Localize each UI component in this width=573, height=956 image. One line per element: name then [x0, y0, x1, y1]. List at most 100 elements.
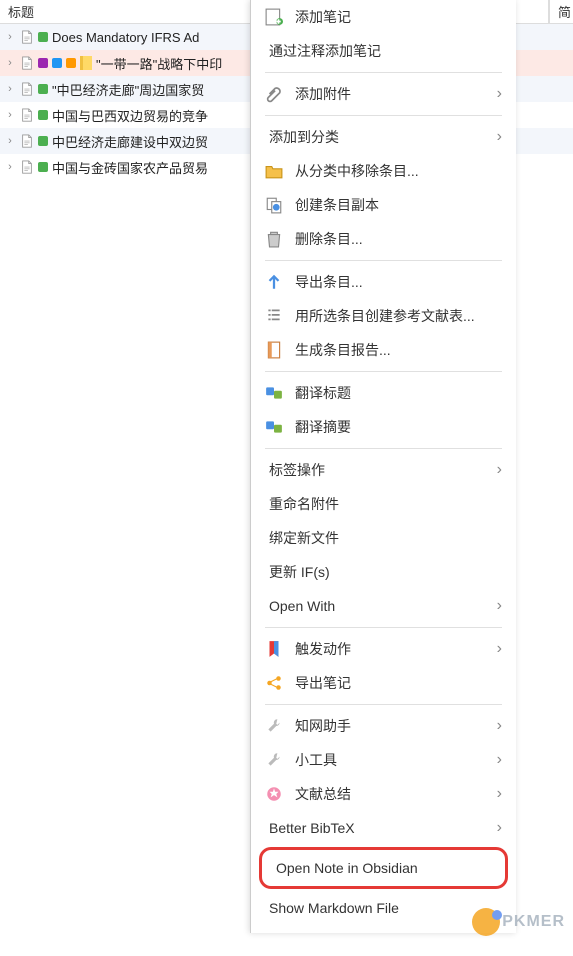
document-icon	[20, 82, 34, 96]
menu-report[interactable]: 生成条目报告...	[251, 333, 516, 367]
item-title: Does Mandatory IFRS Ad	[52, 30, 199, 45]
tag-dot	[38, 136, 48, 146]
translate-icon	[265, 384, 283, 402]
menu-label: 翻译标题	[295, 383, 502, 403]
expand-chevron-icon[interactable]: ›	[4, 109, 16, 121]
wrench-icon	[265, 751, 283, 769]
menu-bind-new-file[interactable]: 绑定新文件	[251, 521, 516, 555]
menu-rename-attachment[interactable]: 重命名附件	[251, 487, 516, 521]
share-icon	[265, 674, 283, 692]
menu-label: Open With	[269, 598, 485, 614]
expand-chevron-icon[interactable]: ›	[4, 83, 16, 95]
list-icon	[265, 307, 283, 325]
chevron-right-icon: ›	[497, 461, 502, 479]
menu-label: 标签操作	[269, 460, 485, 480]
document-icon	[20, 160, 34, 174]
wrench-icon	[265, 717, 283, 735]
menu-label: 添加到分类	[269, 127, 485, 147]
attachment-icon	[265, 85, 283, 103]
menu-label: 删除条目...	[295, 229, 502, 249]
chevron-right-icon: ›	[497, 640, 502, 658]
menu-export-note[interactable]: 导出笔记	[251, 666, 516, 700]
chevron-right-icon: ›	[497, 785, 502, 803]
report-icon	[265, 341, 283, 359]
menu-remove-from-category[interactable]: 从分类中移除条目...	[251, 154, 516, 188]
chevron-right-icon: ›	[497, 597, 502, 615]
tag-dot	[38, 58, 48, 68]
chevron-right-icon: ›	[497, 819, 502, 837]
bookmark-icon	[265, 640, 283, 658]
menu-label: 重命名附件	[269, 494, 502, 514]
menu-label: 文献总结	[295, 784, 485, 804]
chevron-right-icon: ›	[497, 751, 502, 769]
divider	[265, 704, 502, 705]
divider	[265, 72, 502, 73]
menu-cnki-helper[interactable]: 知网助手 ›	[251, 709, 516, 743]
menu-better-bibtex[interactable]: Better BibTeX ›	[251, 811, 516, 845]
expand-chevron-icon[interactable]: ›	[4, 161, 16, 173]
menu-label: Better BibTeX	[269, 820, 485, 836]
menu-label: 生成条目报告...	[295, 340, 502, 360]
folder-remove-icon	[265, 162, 283, 180]
item-title: "中巴经济走廊"周边国家贸	[52, 80, 204, 99]
tag-dot	[38, 84, 48, 94]
menu-translate-abstract[interactable]: 翻译摘要	[251, 410, 516, 444]
menu-translate-title[interactable]: 翻译标题	[251, 376, 516, 410]
duplicate-icon	[265, 196, 283, 214]
export-icon	[265, 273, 283, 291]
menu-label: 从分类中移除条目...	[295, 161, 502, 181]
menu-duplicate[interactable]: 创建条目副本	[251, 188, 516, 222]
menu-open-obsidian[interactable]: Open Note in Obsidian	[259, 847, 508, 889]
chevron-right-icon: ›	[497, 85, 502, 103]
menu-label: 添加笔记	[295, 7, 502, 27]
expand-chevron-icon[interactable]: ›	[4, 135, 16, 147]
watermark-text: PKMER	[502, 913, 565, 931]
menu-label: 用所选条目创建参考文献表...	[295, 306, 502, 326]
tag-dot	[66, 58, 76, 68]
menu-tools[interactable]: 小工具 ›	[251, 743, 516, 777]
menu-create-bib[interactable]: 用所选条目创建参考文献表...	[251, 299, 516, 333]
menu-label: 更新 IF(s)	[269, 562, 502, 582]
expand-chevron-icon[interactable]: ›	[4, 57, 16, 69]
menu-label: 通过注释添加笔记	[269, 41, 502, 61]
translate-icon	[265, 418, 283, 436]
star-icon	[265, 785, 283, 803]
menu-label: 翻译摘要	[295, 417, 502, 437]
divider	[265, 448, 502, 449]
column-header-right[interactable]: 简	[549, 0, 573, 24]
menu-label: Show Markdown File	[269, 900, 502, 916]
tag-dot	[52, 58, 62, 68]
menu-open-with[interactable]: Open With ›	[251, 589, 516, 623]
menu-label: Open Note in Obsidian	[276, 860, 491, 876]
menu-label: 绑定新文件	[269, 528, 502, 548]
menu-add-to-category[interactable]: 添加到分类 ›	[251, 120, 516, 154]
watermark: PKMER	[472, 908, 565, 936]
divider	[265, 115, 502, 116]
tag-dot	[38, 32, 48, 42]
menu-add-note-annotation[interactable]: 通过注释添加笔记	[251, 34, 516, 68]
menu-label: 导出笔记	[295, 673, 502, 693]
trash-icon	[265, 230, 283, 248]
menu-label: 创建条目副本	[295, 195, 502, 215]
menu-delete-item[interactable]: 删除条目...	[251, 222, 516, 256]
menu-export-item[interactable]: 导出条目...	[251, 265, 516, 299]
document-icon	[20, 56, 34, 70]
menu-add-note[interactable]: 添加笔记	[251, 0, 516, 34]
divider	[265, 371, 502, 372]
menu-tag-ops[interactable]: 标签操作 ›	[251, 453, 516, 487]
menu-label: 添加附件	[295, 84, 485, 104]
item-title: 中国与巴西双边贸易的竞争	[52, 106, 208, 125]
item-title: 中国与金砖国家农产品贸易	[52, 158, 208, 177]
item-title: "一带一路"战略下中印	[96, 54, 222, 73]
menu-add-attachment[interactable]: 添加附件 ›	[251, 77, 516, 111]
item-title: 中巴经济走廊建设中双边贸	[52, 132, 208, 151]
expand-chevron-icon[interactable]: ›	[4, 31, 16, 43]
divider	[265, 627, 502, 628]
menu-label: 小工具	[295, 750, 485, 770]
menu-label: 知网助手	[295, 716, 485, 736]
menu-label: 导出条目...	[295, 272, 502, 292]
document-icon	[20, 108, 34, 122]
menu-summary[interactable]: 文献总结 ›	[251, 777, 516, 811]
menu-trigger-action[interactable]: 触发动作 ›	[251, 632, 516, 666]
menu-update-ifs[interactable]: 更新 IF(s)	[251, 555, 516, 589]
